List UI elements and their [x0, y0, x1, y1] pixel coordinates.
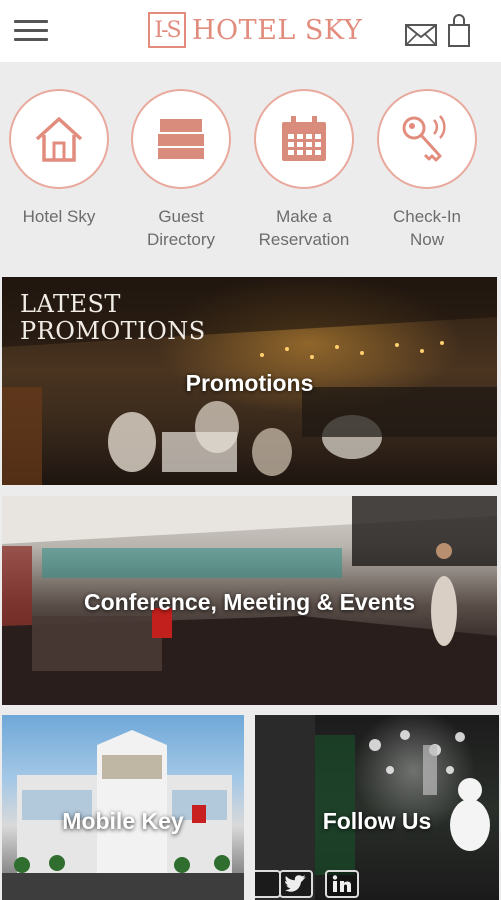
top-bar: I-S HOTEL SKY [0, 0, 501, 62]
promotions-label: Promotions [185, 370, 314, 396]
quick-action-circle[interactable] [254, 89, 354, 189]
linkedin-icon[interactable] [325, 870, 359, 898]
quick-action-hotel-sky[interactable]: Hotel Sky [0, 89, 119, 228]
conference-tile[interactable]: Conference, Meeting & Events [2, 496, 497, 705]
conference-label: Conference, Meeting & Events [83, 589, 416, 615]
bed-icon [158, 119, 204, 159]
quick-action-circle[interactable] [9, 89, 109, 189]
hotel-logo[interactable]: I-S HOTEL SKY [148, 10, 362, 50]
quick-action-label: Make a Reservation [258, 207, 350, 249]
envelope-icon[interactable] [405, 24, 437, 46]
shopping-bag-icon[interactable] [447, 14, 471, 48]
follow-us-label: Follow Us [322, 808, 432, 834]
social-icon-partial[interactable] [255, 870, 281, 898]
promotions-headline: LATEST PROMOTIONS [20, 290, 206, 345]
quick-action-guest-directory[interactable]: Guest Directory [121, 89, 241, 251]
calendar-icon [282, 116, 326, 161]
quick-action-check-in[interactable]: Check-In Now [367, 89, 487, 251]
quick-action-label: Hotel Sky [22, 207, 96, 226]
mobile-key-tile[interactable]: Mobile Key [2, 715, 244, 900]
home-icon [35, 117, 83, 162]
quick-action-label: Guest Directory [146, 207, 215, 249]
mobile-key-label: Mobile Key [62, 808, 184, 834]
quick-actions: Hotel Sky Guest Directory Make a Reserva… [0, 62, 501, 272]
quick-action-label: Check-In Now [392, 207, 462, 249]
follow-us-tile[interactable]: Follow Us [255, 715, 499, 900]
quick-action-circle[interactable] [131, 89, 231, 189]
twitter-icon[interactable] [279, 870, 313, 898]
logo-text: HOTEL SKY [192, 14, 363, 46]
promotions-tile[interactable]: LATEST PROMOTIONS Promotions [2, 277, 497, 485]
quick-action-make-reservation[interactable]: Make a Reservation [244, 89, 364, 251]
hamburger-menu-icon[interactable] [14, 20, 48, 44]
key-icon [402, 115, 446, 162]
logo-mark: I-S [148, 12, 186, 48]
quick-action-circle[interactable] [377, 89, 477, 189]
